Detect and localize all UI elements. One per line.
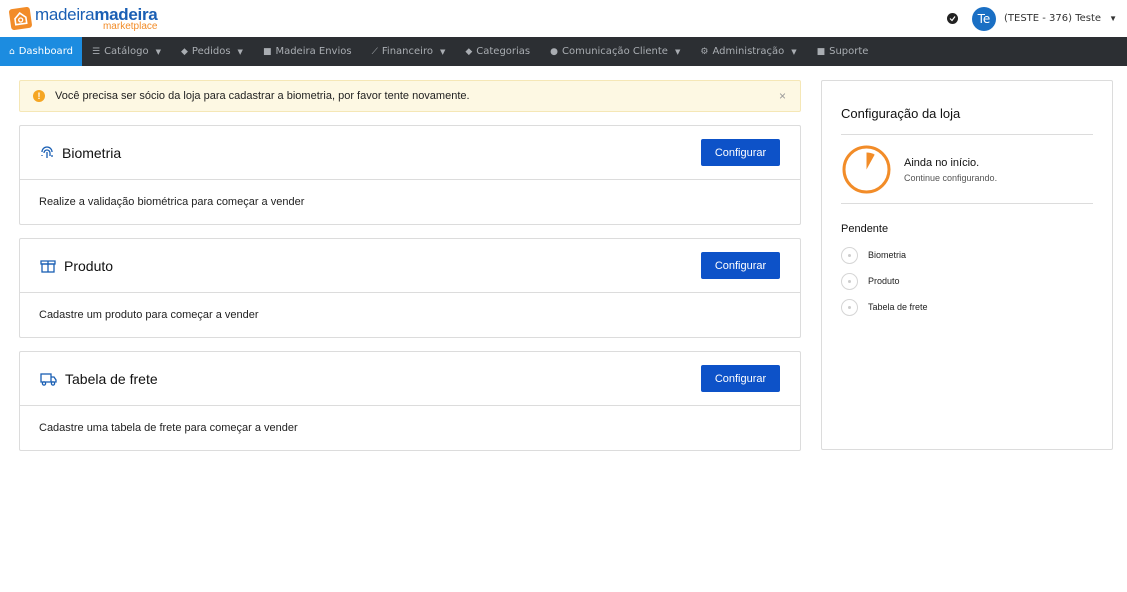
radio-empty-icon — [841, 272, 858, 290]
progress-wedge — [866, 152, 875, 170]
card-header: Tabela de frete Configurar — [20, 352, 800, 406]
brand-logo[interactable]: madeiramadeira marketplace — [8, 4, 158, 32]
nav-label: Suporte — [829, 46, 869, 57]
tag-icon: ◆ — [180, 46, 188, 57]
gear-icon: ⚙ — [700, 46, 709, 57]
card-description: Cadastre uma tabela de frete para começa… — [39, 422, 298, 434]
nav-label: Catálogo — [104, 46, 149, 57]
nav-label: Financeiro — [381, 46, 433, 57]
chevron-down-icon: ▼ — [791, 47, 797, 56]
card-description: Cadastre um produto para começar a vende… — [39, 309, 259, 321]
pending-item: Produto — [841, 268, 1093, 294]
nav-label: Madeira Envios — [275, 46, 352, 57]
card-title-text: Produto — [64, 257, 114, 274]
warning-icon: ! — [33, 90, 45, 102]
logo-house-icon — [8, 6, 33, 31]
chart-icon: ⟋ — [371, 46, 378, 57]
chevron-down-icon: ▼ — [155, 47, 161, 56]
pending-label: Produto — [868, 276, 900, 286]
radio-empty-icon — [841, 246, 858, 264]
card-header: Biometria Configurar — [20, 126, 800, 180]
chevron-down-icon: ▼ — [237, 47, 243, 56]
nav-label: Administração — [712, 46, 785, 57]
top-header: madeiramadeira marketplace Te (TESTE - 3… — [0, 0, 1127, 37]
warning-alert: ! Você precisa ser sócio da loja para ca… — [19, 80, 801, 112]
store-config-panel: Configuração da loja Ainda no início. Co… — [821, 80, 1113, 450]
card-title-text: Tabela de frete — [65, 370, 158, 387]
user-menu[interactable]: Te (TESTE - 376) Teste ▼ — [946, 6, 1117, 31]
nav-item-comunicacao-cliente[interactable]: ● Comunicação Cliente ▼ — [540, 37, 690, 66]
card-description: Realize a validação biométrica para come… — [39, 196, 305, 208]
logo-wordmark: madeiramadeira — [35, 4, 158, 24]
status-subtitle: Continue configurando. — [904, 172, 998, 183]
setup-cards: ! Você precisa ser sócio da loja para ca… — [19, 80, 801, 451]
nav-label: Pedidos — [191, 46, 231, 57]
close-icon[interactable]: × — [779, 89, 786, 103]
card-header: Produto Configurar — [20, 239, 800, 293]
card-produto: Produto Configurar Cadastre um produto p… — [19, 238, 801, 338]
nav-item-financeiro[interactable]: ⟋ Financeiro ▼ — [362, 37, 456, 66]
pending-label: Biometria — [868, 250, 907, 260]
list-icon: ☰ — [91, 46, 101, 57]
configure-biometria-button[interactable]: Configurar — [701, 139, 780, 166]
nav-item-madeira-envios[interactable]: ■ Madeira Envios — [253, 37, 362, 66]
pending-item: Biometria — [841, 242, 1093, 268]
pending-title: Pendente — [841, 223, 889, 235]
check-circle-icon[interactable] — [946, 13, 958, 24]
chevron-down-icon: ▼ — [674, 47, 681, 56]
nav-item-suporte[interactable]: ■ Suporte — [807, 37, 879, 66]
status-title: Ainda no início. — [904, 156, 980, 169]
nav-item-catalogo[interactable]: ☰ Catálogo ▼ — [82, 37, 171, 66]
user-name[interactable]: (TESTE - 376) Teste — [1004, 13, 1101, 24]
chevron-down-icon: ▼ — [439, 47, 446, 56]
box-icon — [40, 259, 56, 273]
card-tabela-de-frete: Tabela de frete Configurar Cadastre uma … — [19, 351, 801, 451]
main-nav: ⌂ Dashboard ☰ Catálogo ▼ ◆ Pedidos ▼ ■ M… — [0, 37, 1127, 66]
nav-item-administracao[interactable]: ⚙ Administração ▼ — [690, 37, 806, 66]
progress-status: Ainda no início. Continue configurando. — [841, 135, 1093, 204]
chat-icon: ● — [550, 46, 559, 57]
alert-message: Você precisa ser sócio da loja para cada… — [55, 90, 470, 102]
card-title-text: Biometria — [62, 144, 122, 161]
message-icon: ■ — [816, 46, 826, 57]
avatar[interactable]: Te — [971, 6, 996, 31]
pending-item: Tabela de frete — [841, 294, 1093, 320]
logo-subtitle: marketplace — [102, 20, 158, 32]
radio-empty-icon — [841, 298, 858, 316]
nav-label: Dashboard — [18, 46, 73, 57]
panel-title: Configuração da loja — [841, 106, 1093, 135]
card-biometria: Biometria Configurar Realize a validação… — [19, 125, 801, 225]
configure-frete-button[interactable]: Configurar — [701, 365, 780, 392]
tag-icon: ◆ — [465, 46, 473, 57]
pending-label: Tabela de frete — [868, 302, 928, 312]
truck-icon: ■ — [262, 46, 272, 57]
card-title: Biometria — [40, 145, 121, 161]
configure-produto-button[interactable]: Configurar — [701, 252, 780, 279]
card-title: Produto — [40, 258, 113, 274]
nav-item-categorias[interactable]: ◆ Categorias — [455, 37, 540, 66]
truck-icon — [40, 372, 57, 386]
nav-item-dashboard[interactable]: ⌂ Dashboard — [0, 37, 82, 66]
chevron-down-icon[interactable]: ▼ — [1109, 14, 1117, 23]
fingerprint-icon — [41, 145, 53, 158]
home-icon: ⌂ — [9, 46, 15, 57]
progress-ring — [842, 145, 891, 194]
nav-label: Categorias — [476, 46, 531, 57]
card-title: Tabela de frete — [40, 371, 158, 387]
nav-label: Comunicação Cliente — [562, 46, 668, 57]
nav-item-pedidos[interactable]: ◆ Pedidos ▼ — [171, 37, 253, 66]
